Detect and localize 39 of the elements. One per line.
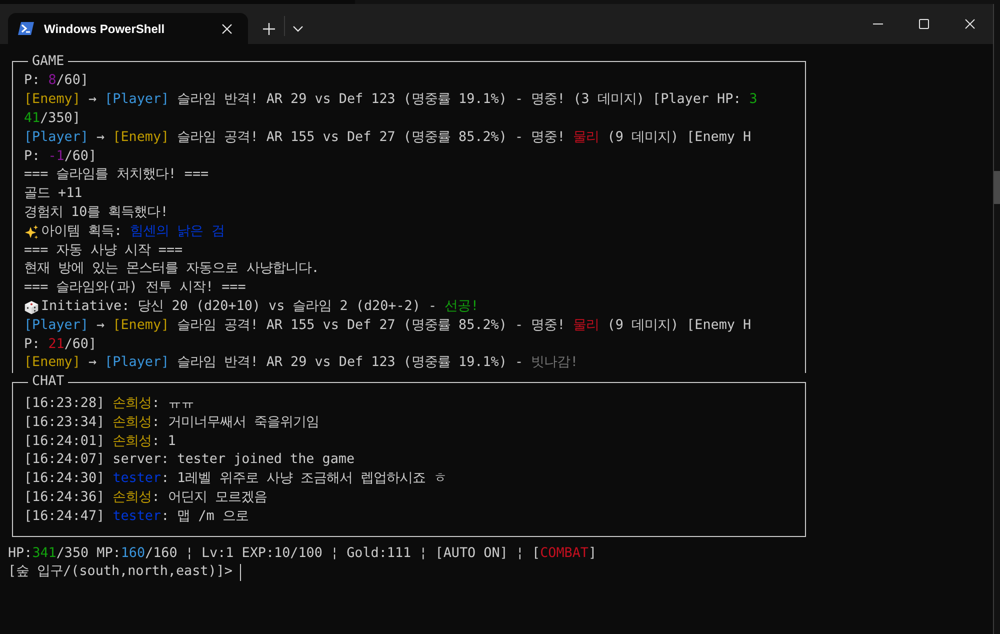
log-line: === 슬라임를 처치했다! ===: [24, 166, 209, 184]
log-line: 현재 방에 있는 몬스터를 자동으로 사냥합니다.: [24, 260, 320, 278]
close-tab-button[interactable]: [222, 24, 232, 34]
prompt-text: [숲 입구/(south,north,east)]>: [8, 563, 232, 582]
maximize-icon: [919, 19, 929, 29]
log-line: [Player] → [Enemy] 슬라임 공격! AR 155 vs Def 27 (명중률 85.2%) - 명중! 물리 (9 데미지) [Enemy H: [24, 128, 752, 147]
plus-icon: [263, 22, 275, 34]
chat-message: [16:24:30] tester: 1레벨 위주로 사냥 조금해서 렙업하시죠 ㅎ: [24, 470, 447, 488]
sparkle-icon: [24, 224, 39, 240]
log-line: 아이템 획득: 힘센의 낡은 검: [41, 222, 224, 241]
log-line: P: 8/60]: [24, 72, 88, 90]
scrollbar-thumb[interactable]: [994, 171, 1000, 204]
log-line: [Enemy] → [Player] 슬라임 반격! AR 29 vs Def 123 (명중률 19.1%) - 명중! (3 데미지) [Player HP: 3: [24, 91, 758, 110]
chat-message: [16:24:01] 손희성: 1: [24, 432, 176, 451]
log-line: [Enemy] → [Player] 슬라임 반격! AR 29 vs Def 123 (명중률 19.1%) - 빗나감!: [24, 354, 578, 372]
panel-title: CHAT: [31, 373, 66, 392]
close-icon: [965, 19, 975, 29]
terminal-tab[interactable]: Windows PowerShell: [8, 13, 248, 44]
log-line: 골드 +11: [24, 185, 82, 204]
chat-message: [16:24:36] 손희성: 어딘지 모르겠음: [24, 488, 267, 507]
log-line: 41/350]: [24, 110, 80, 128]
minimize-icon: [873, 23, 883, 25]
log-line: 경험치 10를 획득했다!: [24, 204, 168, 222]
panel-title: GAME: [31, 52, 66, 71]
close-icon: [222, 24, 232, 34]
log-line: [Player] → [Enemy] 슬라임 공격! AR 155 vs Def 27 (명중률 85.2%) - 명중! 물리 (9 데미지) [Enemy H: [24, 316, 752, 335]
status-line: HP:341/350 MP:160/160 ¦ Lv:1 EXP:10/100 ¦ Gold:111 ¦ [AUTO ON] ¦ [COMBAT]: [8, 544, 597, 563]
log-line: Initiative: 당신 20 (d20+10) vs 슬라임 2 (d20+-2) - 선공!: [41, 298, 479, 316]
log-line: === 슬라임와(과) 전투 시작! ===: [24, 279, 246, 298]
chat-message: [16:23:34] 손희성: 거미너무쌔서 죽을위기임: [24, 414, 319, 432]
log-line: P: -1/60]: [24, 148, 97, 166]
chevron-down-icon: [293, 26, 303, 32]
log-line: === 자동 사냥 시작 ===: [24, 242, 183, 260]
die-icon: [24, 300, 39, 315]
chat-message: [16:24:47] tester: 맵 /m 으로: [24, 508, 248, 526]
chat-message: [16:23:28] 손희성: ㅠㅠ: [24, 394, 194, 413]
log-line: P: 21/60]: [24, 336, 97, 354]
terminal-prompt-icon: [18, 22, 34, 35]
chat-message: [16:24:07] server: tester joined the game: [24, 451, 355, 470]
